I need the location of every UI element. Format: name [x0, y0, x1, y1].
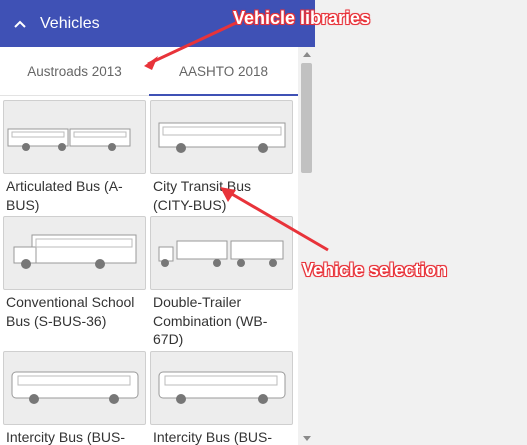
annotation-vehicle-libraries: Vehicle libraries: [233, 8, 371, 28]
annotation-vehicle-selection: Vehicle selection: [302, 260, 448, 280]
annotation-arrows: [144, 20, 329, 252]
